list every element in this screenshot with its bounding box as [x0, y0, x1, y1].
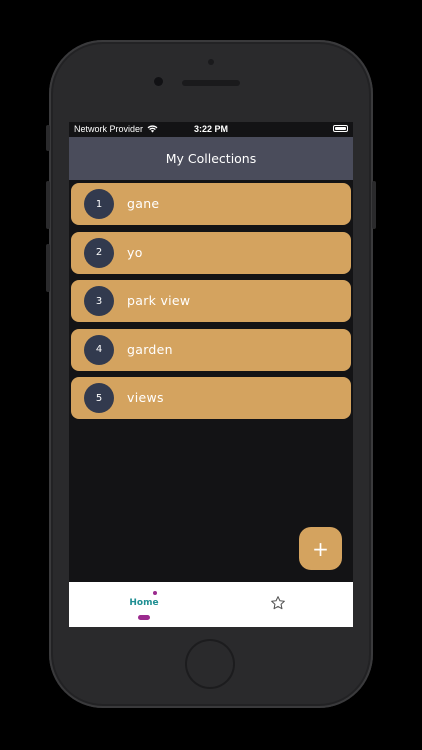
- status-time: 3:22 PM: [193, 124, 228, 134]
- collection-index-badge: 4: [84, 334, 114, 365]
- collection-index-badge: 5: [84, 383, 114, 413]
- power-button: [372, 181, 376, 229]
- collection-index-badge: 3: [84, 286, 114, 316]
- tab-active-indicator: [138, 615, 150, 620]
- battery-icon: [333, 125, 348, 132]
- add-collection-button[interactable]: +: [299, 527, 342, 570]
- front-camera: [154, 77, 163, 86]
- collection-item[interactable]: 5 views: [71, 377, 351, 419]
- tab-home-label: Home: [129, 598, 159, 608]
- collection-name: gane: [127, 196, 160, 211]
- tab-bar: Home: [69, 582, 353, 627]
- collection-item[interactable]: 4 garden: [71, 328, 351, 371]
- collection-name: views: [127, 390, 164, 405]
- collection-item[interactable]: 3 park view: [71, 280, 351, 322]
- plus-icon: +: [312, 536, 329, 561]
- battery-level: [335, 127, 346, 130]
- collection-name: yo: [127, 244, 143, 260]
- home-button[interactable]: [185, 639, 235, 689]
- nav-header: My Collections: [69, 137, 353, 180]
- collection-index-badge: 1: [84, 189, 114, 219]
- app-screen: Network Provider 3:22 PM My Collections …: [69, 122, 353, 627]
- collections-list: 1 gane 2 yo 3 park view 4 garden 5 views: [71, 183, 351, 426]
- tab-active-dot: [153, 591, 157, 595]
- volume-up-button: [46, 181, 50, 229]
- collection-item[interactable]: 2 yo: [71, 231, 351, 274]
- mute-switch: [46, 125, 50, 151]
- volume-down-button: [46, 244, 50, 292]
- collection-index-badge: 2: [84, 237, 114, 268]
- earpiece-speaker: [182, 80, 240, 86]
- sensor-dot: [208, 59, 214, 65]
- collection-name: garden: [127, 341, 173, 357]
- page-title: My Collections: [165, 151, 257, 166]
- status-bar: Network Provider 3:22 PM: [69, 122, 353, 137]
- star-icon[interactable]: [270, 595, 286, 611]
- tab-home[interactable]: Home: [69, 582, 211, 627]
- collection-item[interactable]: 1 gane: [71, 183, 351, 225]
- collection-name: park view: [127, 293, 191, 308]
